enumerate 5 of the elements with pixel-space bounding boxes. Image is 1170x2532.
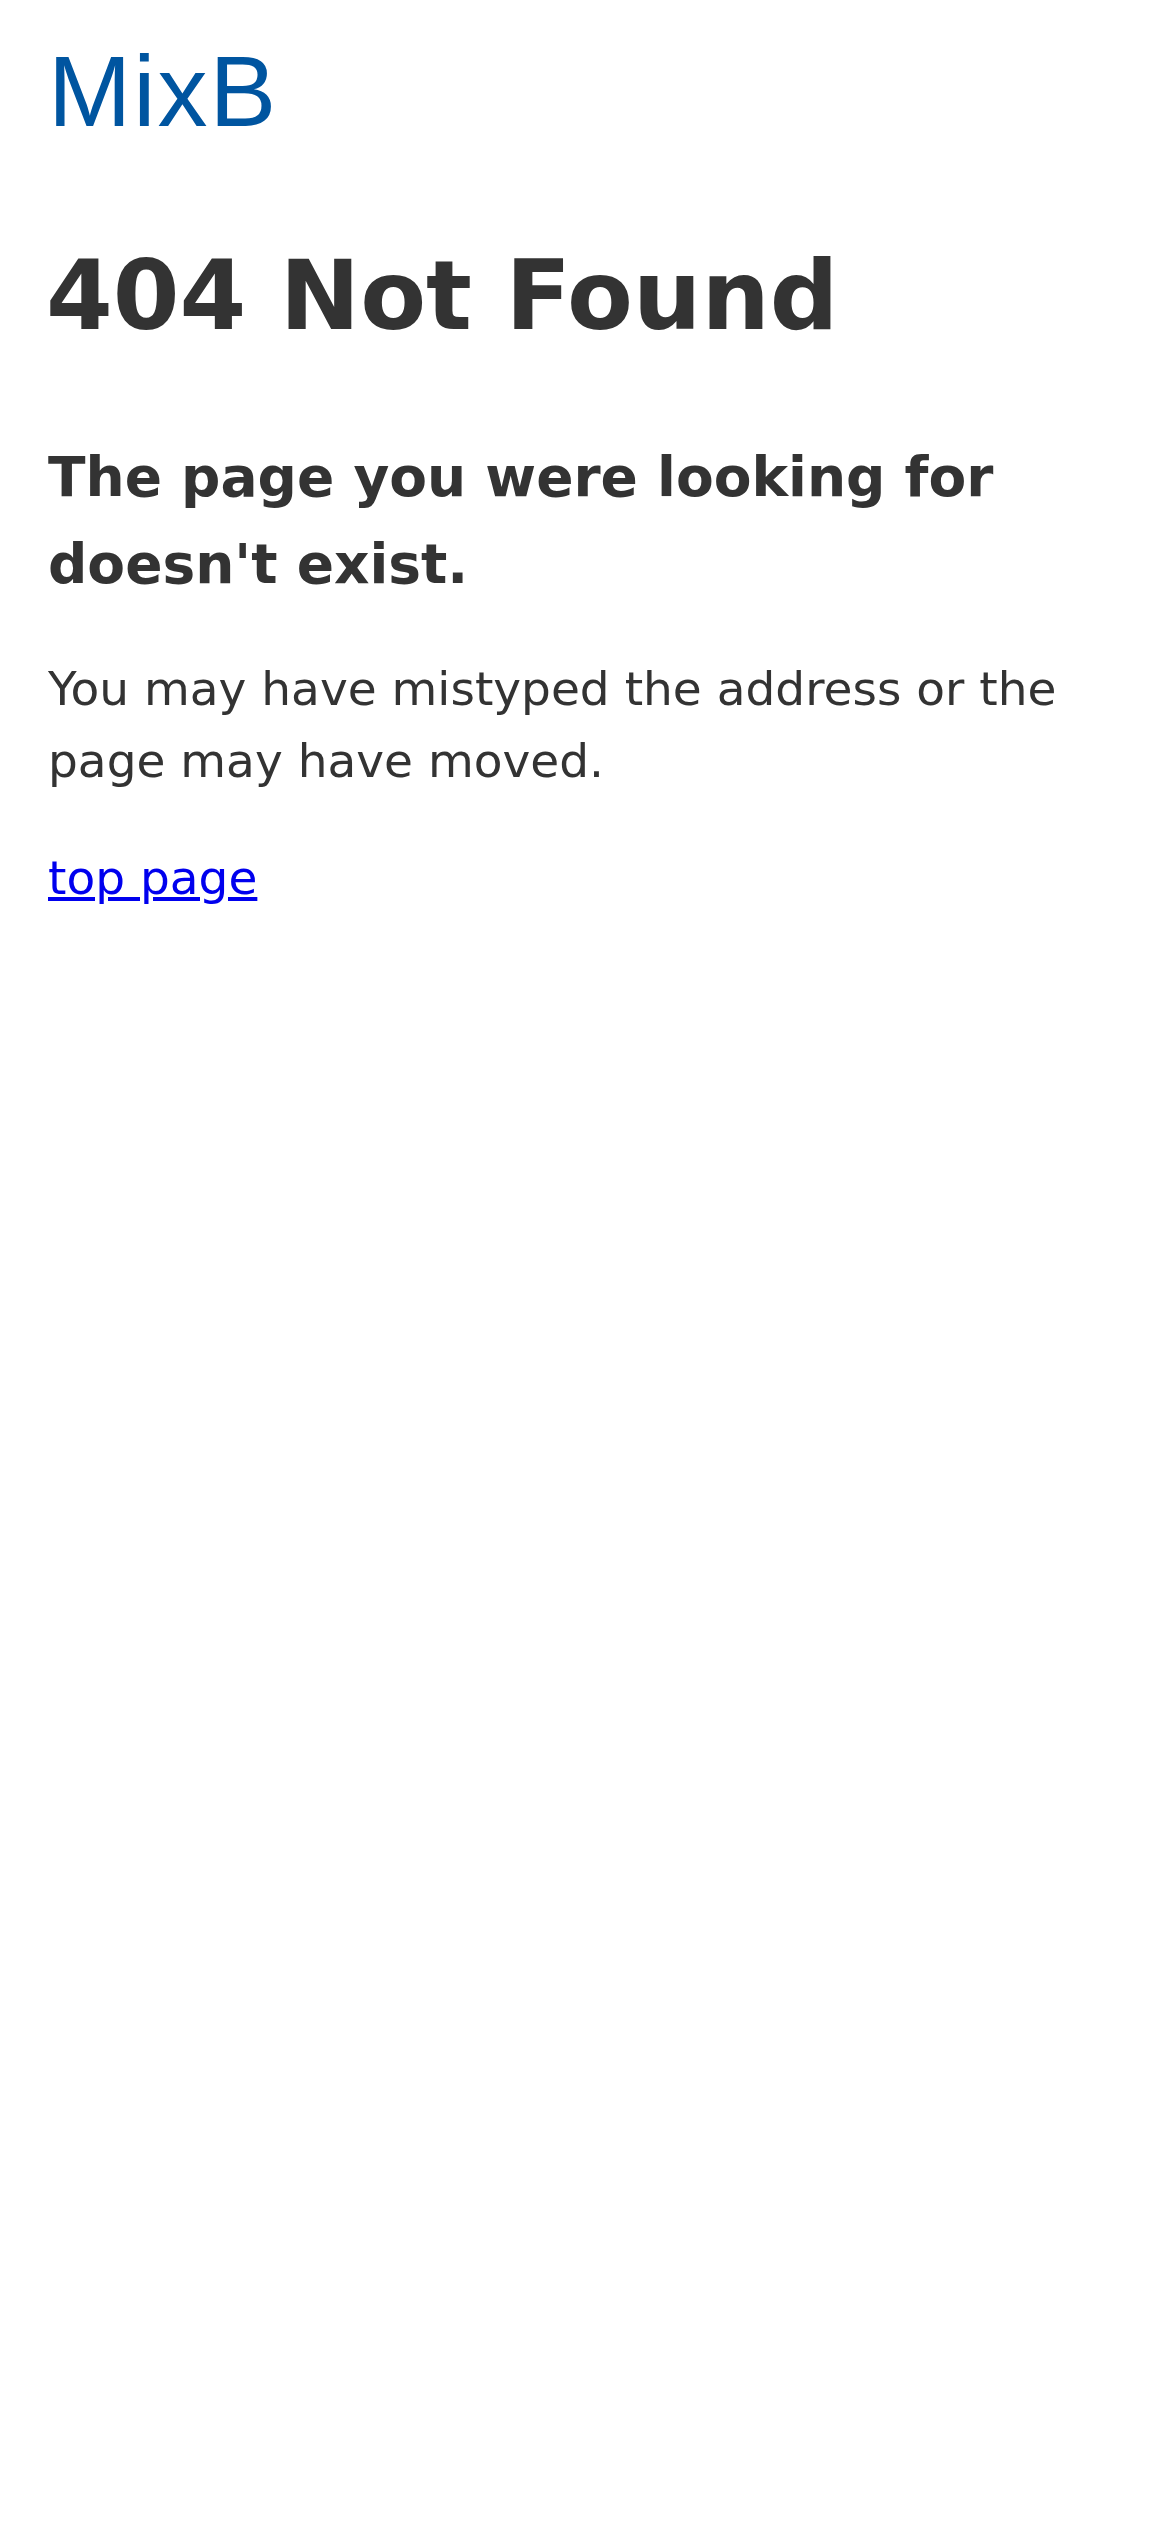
error-message: You may have mistyped the address or the page may have moved. — [48, 660, 1058, 790]
page-subtitle: The page you were looking for doesn't exist. — [48, 444, 995, 598]
top-page-link[interactable]: top page — [48, 842, 258, 914]
logo: MixB — [48, 36, 279, 146]
page-title: 404 Not Found — [46, 239, 840, 354]
